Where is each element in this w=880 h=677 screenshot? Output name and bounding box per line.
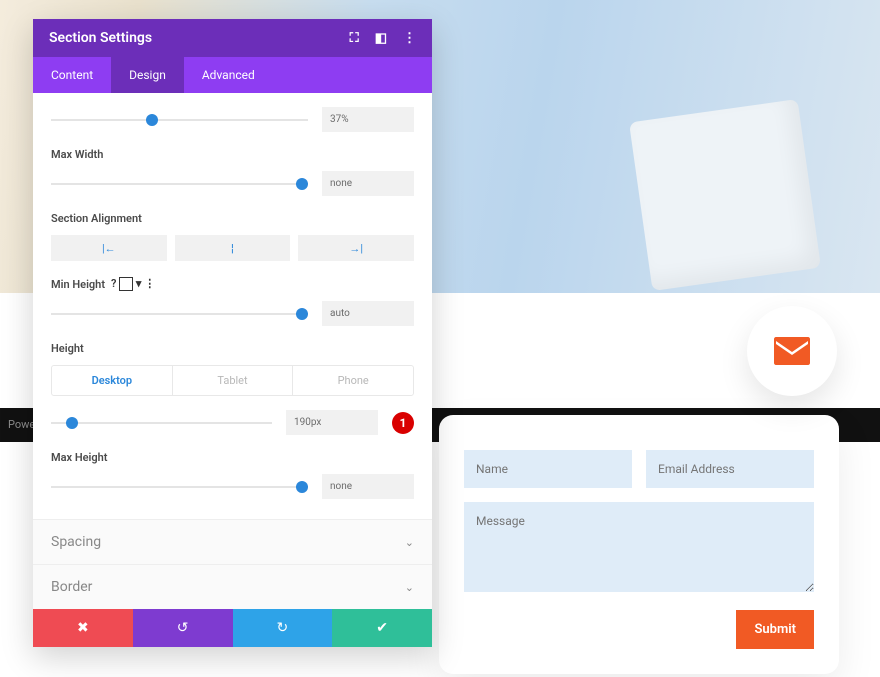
chevron-down-icon: ⌄ <box>405 581 414 594</box>
max-width-control: Max Width <box>51 148 414 196</box>
height-device-tabs: Desktop Tablet Phone <box>51 365 414 396</box>
max-width-label: Max Width <box>51 148 414 161</box>
chevron-down-icon: ⌄ <box>405 536 414 549</box>
panel-title: Section Settings <box>49 30 152 46</box>
height-slider[interactable] <box>51 416 272 430</box>
tab-advanced[interactable]: Advanced <box>184 57 273 93</box>
panel-footer: ✖ ↺ ↻ ✔ <box>33 609 432 647</box>
expand-icon[interactable]: ⛶ <box>350 31 359 46</box>
undo-button[interactable]: ↺ <box>133 609 233 647</box>
min-height-value-input[interactable] <box>322 301 414 326</box>
max-height-label: Max Height <box>51 451 414 464</box>
submit-button[interactable]: Submit <box>736 610 814 649</box>
columns-icon[interactable]: ◧ <box>375 31 387 46</box>
section-settings-panel: Section Settings ⛶ ◧ ⋮ Content Design Ad… <box>33 19 432 647</box>
device-tab-tablet[interactable]: Tablet <box>172 366 293 395</box>
mail-icon <box>774 337 810 365</box>
align-left-icon: |← <box>102 242 116 255</box>
cancel-button[interactable]: ✖ <box>33 609 133 647</box>
width-control <box>51 107 414 132</box>
align-center-icon: ¦ <box>231 242 234 255</box>
close-icon: ✖ <box>77 620 89 636</box>
accordion-spacing[interactable]: Spacing ⌄ <box>33 519 432 564</box>
confirm-button[interactable]: ✔ <box>332 609 432 647</box>
panel-header[interactable]: Section Settings ⛶ ◧ ⋮ <box>33 19 432 57</box>
undo-icon: ↺ <box>177 620 189 636</box>
min-height-slider[interactable] <box>51 307 308 321</box>
panel-tabs: Content Design Advanced <box>33 57 432 93</box>
align-left-button[interactable]: |← <box>51 235 167 261</box>
height-value-input[interactable] <box>286 410 378 435</box>
height-label: Height <box>51 342 414 355</box>
height-control: Height Desktop Tablet Phone 1 <box>51 342 414 435</box>
tab-design[interactable]: Design <box>111 57 184 93</box>
max-height-value-input[interactable] <box>322 474 414 499</box>
more-icon[interactable]: ⋮ <box>144 277 155 290</box>
section-alignment-label: Section Alignment <box>51 212 414 225</box>
accordion-border-label: Border <box>51 579 92 595</box>
min-height-label: Min Height <box>51 278 105 291</box>
max-width-slider[interactable] <box>51 177 308 191</box>
mail-circle-button[interactable] <box>747 306 837 396</box>
device-icon[interactable] <box>119 277 133 291</box>
message-field[interactable] <box>464 502 814 592</box>
kebab-icon[interactable]: ⋮ <box>403 31 416 46</box>
align-center-button[interactable]: ¦ <box>175 235 291 261</box>
redo-icon: ↻ <box>277 620 289 636</box>
max-width-value-input[interactable] <box>322 171 414 196</box>
accordion-spacing-label: Spacing <box>51 534 101 550</box>
tab-content[interactable]: Content <box>33 57 111 93</box>
min-height-control: Min Height ? ▾ ⋮ <box>51 277 414 326</box>
hover-icon[interactable]: ▾ <box>136 277 142 290</box>
max-height-control: Max Height <box>51 451 414 499</box>
contact-form-card: Submit <box>439 415 839 674</box>
section-alignment-control: Section Alignment |← ¦ →| <box>51 212 414 261</box>
max-height-slider[interactable] <box>51 480 308 494</box>
device-tab-phone[interactable]: Phone <box>292 366 413 395</box>
help-icon[interactable]: ? <box>111 277 116 290</box>
width-value-input[interactable] <box>322 107 414 132</box>
align-right-button[interactable]: →| <box>298 235 414 261</box>
device-tab-desktop[interactable]: Desktop <box>52 366 172 395</box>
align-right-icon: →| <box>349 242 363 255</box>
email-field[interactable] <box>646 450 814 488</box>
redo-button[interactable]: ↻ <box>233 609 333 647</box>
name-field[interactable] <box>464 450 632 488</box>
check-icon: ✔ <box>376 620 388 636</box>
width-slider[interactable] <box>51 113 308 127</box>
accordion-border[interactable]: Border ⌄ <box>33 564 432 609</box>
step-badge-1: 1 <box>392 412 414 434</box>
